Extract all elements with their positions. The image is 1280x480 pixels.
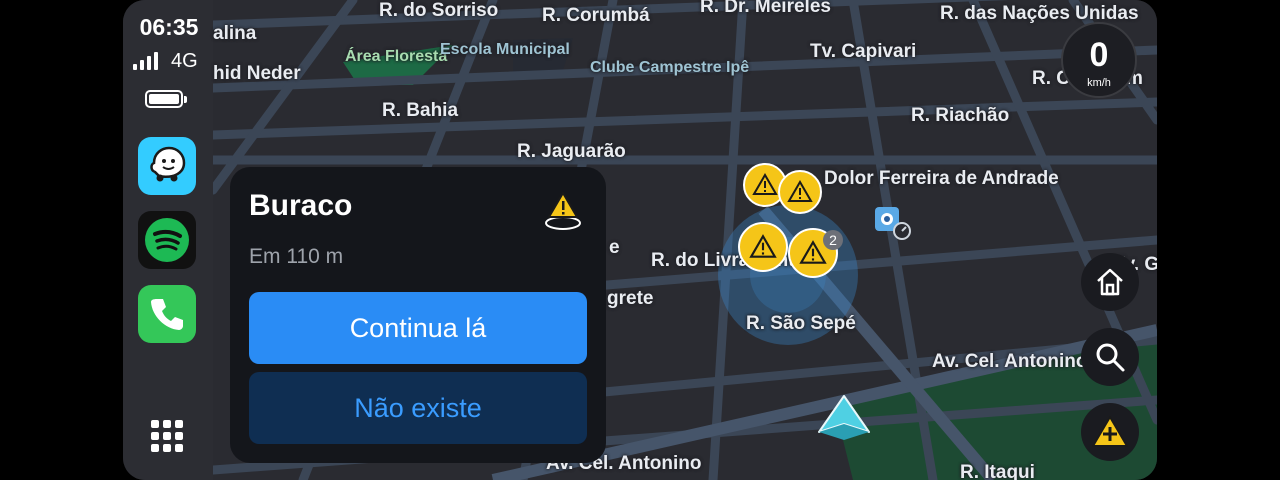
pothole-warning-icon bbox=[543, 189, 583, 233]
deny-hazard-button[interactable]: Não existe bbox=[249, 372, 587, 444]
street-label: e bbox=[609, 237, 620, 258]
search-button[interactable] bbox=[1081, 328, 1139, 386]
speed-camera-icon[interactable] bbox=[873, 205, 913, 241]
alert-title: Buraco bbox=[249, 189, 353, 222]
battery-icon bbox=[145, 90, 187, 108]
street-label: R. das Nações Unidas bbox=[940, 3, 1139, 24]
hazard-marker-icon[interactable] bbox=[778, 170, 822, 214]
street-label: Tv. Capivari bbox=[810, 41, 917, 62]
speed-unit: km/h bbox=[1087, 77, 1111, 89]
hazard-marker-icon[interactable] bbox=[738, 222, 788, 272]
street-label: R. Corumbá bbox=[542, 5, 650, 26]
street-label: Dolor Ferreira de Andrade bbox=[824, 168, 1059, 189]
street-label: alina bbox=[213, 23, 257, 44]
street-label: R. Riachão bbox=[911, 105, 1010, 126]
street-label: R. Bahia bbox=[382, 100, 459, 121]
street-label: R. Itaqui bbox=[960, 462, 1035, 480]
search-icon bbox=[1096, 343, 1125, 372]
spotify-app-icon[interactable] bbox=[138, 211, 196, 269]
carplay-sidebar: 06:35 4G bbox=[123, 0, 213, 480]
app-grid-icon[interactable] bbox=[151, 420, 183, 452]
network-type: 4G bbox=[171, 50, 198, 72]
street-label: grete bbox=[607, 288, 654, 309]
report-plus-icon bbox=[1092, 416, 1128, 447]
speed-value: 0 bbox=[1089, 36, 1109, 74]
hazard-alert-card: Buraco Em 110 m Continua lá Não existe bbox=[230, 167, 606, 463]
street-label: R. São Sepé bbox=[746, 313, 856, 334]
signal-icon bbox=[133, 52, 158, 70]
poi-label: Área Floresta bbox=[345, 48, 448, 65]
status-time: 06:35 bbox=[139, 14, 199, 40]
hazard-count-badge: 2 bbox=[823, 230, 843, 250]
street-label: R. Jaguarão bbox=[517, 141, 626, 162]
alert-distance: Em 110 m bbox=[249, 245, 344, 268]
poi-label: Clube Campestre Ipê bbox=[590, 59, 750, 76]
waze-app-icon[interactable] bbox=[138, 137, 196, 195]
speedometer: 0 km/h bbox=[1061, 22, 1137, 98]
phone-app-icon[interactable] bbox=[138, 285, 196, 343]
report-hazard-button[interactable] bbox=[1081, 403, 1139, 461]
street-label: R. Dr. Meireles bbox=[700, 0, 831, 17]
poi-label: Escola Municipal bbox=[440, 41, 570, 58]
street-label: R. do Sorriso bbox=[379, 0, 499, 21]
carplay-screen: 06:35 4G R. do Sorriso R. Corumbá R. Dr.… bbox=[123, 0, 1157, 480]
home-icon bbox=[1097, 268, 1123, 296]
street-label: hid Neder bbox=[213, 63, 301, 84]
confirm-hazard-button[interactable]: Continua lá bbox=[249, 292, 587, 364]
street-label: Av. Cel. Antonino bbox=[932, 351, 1088, 372]
home-button[interactable] bbox=[1081, 253, 1139, 311]
current-location-arrow-icon bbox=[815, 392, 873, 444]
